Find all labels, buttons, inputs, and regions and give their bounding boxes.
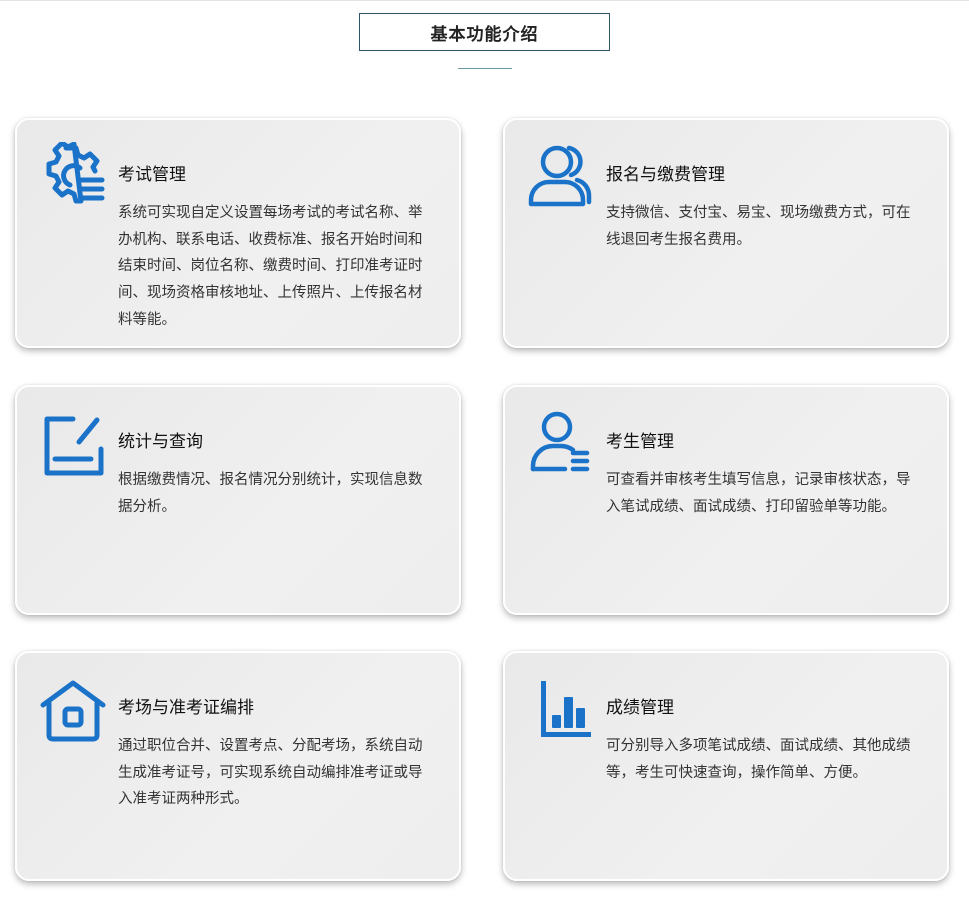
section-title: 基本功能介绍 [359, 13, 610, 51]
card-description: 通过职位合并、设置考点、分配考场，系统自动生成准考证号，可实现系统自动编排准考证… [118, 738, 423, 808]
user-list-icon [527, 409, 595, 477]
card-title: 统计与查询 [118, 432, 203, 452]
card-description: 支持微信、支付宝、易宝、现场缴费方式，可在线退回考生报名费用。 [606, 205, 911, 248]
gear-list-icon [39, 142, 107, 210]
card-description: 系统可实现自定义设置每场考试的考试名称、举办机构、联系电话、收费标准、报名开始时… [118, 205, 423, 328]
card-title: 考场与准考证编排 [118, 698, 254, 718]
card-description: 根据缴费情况、报名情况分别统计，实现信息数据分析。 [118, 472, 423, 515]
bar-chart-icon [527, 675, 595, 743]
feature-card-registration-payment[interactable]: 报名与缴费管理 支持微信、支付宝、易宝、现场缴费方式，可在线退回考生报名费用。 [503, 118, 949, 348]
feature-card-exam-management[interactable]: 考试管理 系统可实现自定义设置每场考试的考试名称、举办机构、联系电话、收费标准、… [15, 118, 461, 348]
feature-card-exam-room-ticket[interactable]: 考场与准考证编排 通过职位合并、设置考点、分配考场，系统自动生成准考证号，可实现… [15, 651, 461, 881]
feature-card-score-management[interactable]: 成绩管理 可分别导入多项笔试成绩、面试成绩、其他成绩等，考生可快速查询，操作简单… [503, 651, 949, 881]
card-title: 报名与缴费管理 [606, 165, 725, 185]
title-underline [458, 68, 512, 69]
feature-card-statistics-query[interactable]: 统计与查询 根据缴费情况、报名情况分别统计，实现信息数据分析。 [15, 385, 461, 615]
home-icon [39, 675, 107, 743]
section-title-text: 基本功能介绍 [430, 24, 539, 45]
feature-card-candidate-management[interactable]: 考生管理 可查看并审核考生填写信息，记录审核状态，导入笔试成绩、面试成绩、打印留… [503, 385, 949, 615]
users-icon [527, 142, 595, 210]
top-divider [0, 0, 969, 1]
card-title: 成绩管理 [606, 698, 674, 718]
card-description: 可查看并审核考生填写信息，记录审核状态，导入笔试成绩、面试成绩、打印留验单等功能… [606, 472, 911, 515]
edit-icon [39, 409, 107, 477]
card-title: 考生管理 [606, 432, 674, 452]
card-title: 考试管理 [118, 165, 186, 185]
card-description: 可分别导入多项笔试成绩、面试成绩、其他成绩等，考生可快速查询，操作简单、方便。 [606, 738, 911, 781]
